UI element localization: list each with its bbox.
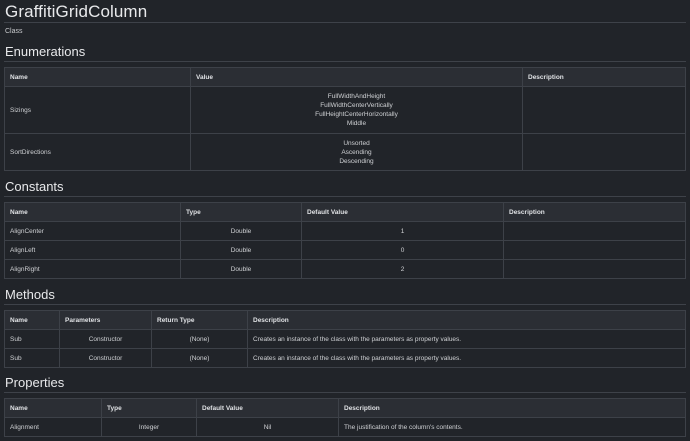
methods-divider bbox=[4, 304, 686, 305]
constant-name: AlignLeft bbox=[4, 240, 181, 260]
enum-value: FullHeightCenterHorizontally bbox=[315, 111, 398, 118]
table-header-row: Name Parameters Return Type Description bbox=[4, 310, 686, 330]
constants-divider bbox=[4, 196, 686, 197]
column-header-type: Type bbox=[180, 202, 302, 222]
title-divider bbox=[4, 22, 686, 23]
table-row: Sizings FullWidthAndHeight FullWidthCent… bbox=[4, 86, 686, 134]
property-description: The justification of the column's conten… bbox=[338, 417, 686, 437]
constant-description bbox=[503, 221, 686, 241]
method-description: Creates an instance of the class with th… bbox=[247, 348, 686, 368]
table-row: Sub Constructor (None) Creates an instan… bbox=[4, 348, 686, 368]
method-name: Sub bbox=[4, 348, 60, 368]
method-description: Creates an instance of the class with th… bbox=[247, 329, 686, 349]
enum-name: SortDirections bbox=[4, 133, 191, 171]
constants-table: Name Type Default Value Description Alig… bbox=[4, 202, 686, 279]
property-default-value: Nil bbox=[196, 417, 339, 437]
constant-type: Double bbox=[180, 221, 302, 241]
methods-heading: Methods bbox=[5, 287, 55, 302]
table-row: AlignLeft Double 0 bbox=[4, 240, 686, 260]
enum-name: Sizings bbox=[4, 86, 191, 134]
constant-default-value: 0 bbox=[301, 240, 504, 260]
enum-value: FullWidthCenterVertically bbox=[320, 102, 393, 109]
enumerations-heading: Enumerations bbox=[5, 44, 86, 59]
column-header-parameters: Parameters bbox=[59, 310, 152, 330]
enum-description bbox=[522, 133, 686, 171]
properties-heading: Properties bbox=[5, 375, 65, 390]
table-row: AlignRight Double 2 bbox=[4, 259, 686, 279]
properties-table: Name Type Default Value Description Alig… bbox=[4, 398, 686, 437]
method-parameters: Constructor bbox=[59, 329, 152, 349]
method-return-type: (None) bbox=[151, 329, 248, 349]
column-header-name: Name bbox=[4, 202, 181, 222]
table-row: Sub Constructor (None) Creates an instan… bbox=[4, 329, 686, 349]
property-name: Alignment bbox=[4, 417, 102, 437]
enum-value: Ascending bbox=[341, 148, 372, 156]
column-header-value: Value bbox=[190, 67, 523, 87]
constant-description bbox=[503, 240, 686, 260]
enum-values: FullWidthAndHeight FullWidthCenterVertic… bbox=[190, 86, 523, 134]
column-header-default-value: Default Value bbox=[301, 202, 504, 222]
table-row: AlignCenter Double 1 bbox=[4, 221, 686, 241]
constant-type: Double bbox=[180, 259, 302, 279]
column-header-description: Description bbox=[247, 310, 686, 330]
methods-table: Name Parameters Return Type Description … bbox=[4, 310, 686, 368]
table-row: SortDirections Unsorted Ascending Descen… bbox=[4, 133, 686, 171]
column-header-name: Name bbox=[4, 67, 191, 87]
enumerations-divider bbox=[4, 61, 686, 62]
constant-type: Double bbox=[180, 240, 302, 260]
enumerations-table: Name Value Description Sizings FullWidth… bbox=[4, 67, 686, 171]
column-header-description: Description bbox=[503, 202, 686, 222]
table-row: Alignment Integer Nil The justification … bbox=[4, 417, 686, 437]
properties-divider bbox=[4, 392, 686, 393]
method-parameters: Constructor bbox=[59, 348, 152, 368]
table-header-row: Name Type Default Value Description bbox=[4, 202, 686, 222]
constant-name: AlignRight bbox=[4, 259, 181, 279]
constant-description bbox=[503, 259, 686, 279]
page-kind: Class bbox=[5, 28, 23, 35]
page-title: GraffitiGridColumn bbox=[5, 2, 148, 21]
method-name: Sub bbox=[4, 329, 60, 349]
column-header-default-value: Default Value bbox=[196, 398, 339, 418]
enum-value: Unsorted bbox=[343, 139, 370, 147]
enum-description bbox=[522, 86, 686, 134]
constant-default-value: 1 bbox=[301, 221, 504, 241]
column-header-name: Name bbox=[4, 310, 60, 330]
enum-value: Descending bbox=[339, 157, 374, 165]
constant-default-value: 2 bbox=[301, 259, 504, 279]
column-header-description: Description bbox=[338, 398, 686, 418]
enum-value: Middle bbox=[346, 120, 367, 127]
column-header-name: Name bbox=[4, 398, 102, 418]
enum-value: FullWidthAndHeight bbox=[327, 93, 386, 100]
column-header-type: Type bbox=[101, 398, 197, 418]
table-header-row: Name Value Description bbox=[4, 67, 686, 87]
documentation-page: GraffitiGridColumn Class Enumerations Na… bbox=[0, 0, 690, 441]
column-header-description: Description bbox=[522, 67, 686, 87]
table-header-row: Name Type Default Value Description bbox=[4, 398, 686, 418]
constants-heading: Constants bbox=[5, 179, 64, 194]
column-header-return-type: Return Type bbox=[151, 310, 248, 330]
property-type: Integer bbox=[101, 417, 197, 437]
method-return-type: (None) bbox=[151, 348, 248, 368]
constant-name: AlignCenter bbox=[4, 221, 181, 241]
enum-values: Unsorted Ascending Descending bbox=[190, 133, 523, 171]
